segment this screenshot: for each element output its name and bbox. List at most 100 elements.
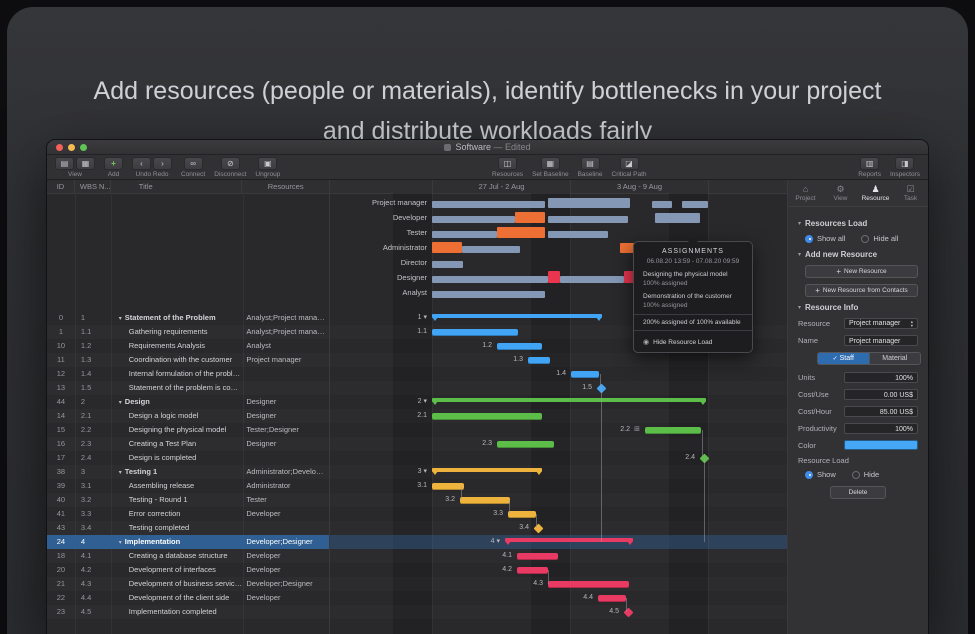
field-units[interactable]: 100% <box>844 372 918 383</box>
table-row[interactable]: 224.4Development of the client sideDevel… <box>47 591 329 605</box>
set-baseline-button[interactable]: ▦ <box>541 157 560 170</box>
load-bar-segment[interactable] <box>560 276 624 283</box>
task-bar[interactable] <box>645 427 701 434</box>
tab-view[interactable]: ⚙View <box>823 180 858 206</box>
tab-project[interactable]: ⌂Project <box>788 180 823 206</box>
task-bar[interactable] <box>432 483 464 490</box>
task-bar[interactable] <box>571 371 599 378</box>
add-new-resource-from-contacts-button[interactable]: +New Resource from Contacts <box>805 284 918 297</box>
radio-resource-load-hide[interactable]: Hide <box>852 470 879 479</box>
summary-bar[interactable] <box>432 314 602 318</box>
baseline-button[interactable]: ▤ <box>581 157 600 170</box>
table-row[interactable]: 393.1Assembling releaseAdministrator <box>47 479 329 493</box>
load-bar-segment[interactable] <box>655 213 700 223</box>
field-productivity[interactable]: 100% <box>844 423 918 434</box>
table-row[interactable]: 403.2Testing - Round 1Tester <box>47 493 329 507</box>
delete-button[interactable]: Delete <box>830 486 886 499</box>
reports-button[interactable]: ▥ <box>860 157 879 170</box>
table-row[interactable]: 11.1Gathering requirementsAnalyst;Projec… <box>47 325 329 339</box>
table-row[interactable]: 234.5Implementation completed <box>47 605 329 619</box>
segment-staff[interactable]: ✓Staff <box>818 353 869 364</box>
load-bar-segment[interactable] <box>432 242 462 253</box>
add-task-button[interactable]: + <box>104 157 123 170</box>
task-bar[interactable] <box>497 441 554 448</box>
radio-resources-load-show-all[interactable]: Show all <box>805 234 845 243</box>
task-bar[interactable] <box>497 343 542 350</box>
task-bar[interactable] <box>432 413 542 420</box>
section-resource-info[interactable]: ▾ Resource Info <box>798 303 918 312</box>
task-bar[interactable] <box>548 581 629 588</box>
resources-button[interactable]: ◫ <box>498 157 517 170</box>
color-well[interactable] <box>844 440 918 450</box>
table-row[interactable]: 184.1Creating a database structureDevelo… <box>47 549 329 563</box>
summary-bar[interactable] <box>432 468 542 472</box>
load-bar-segment[interactable] <box>432 291 545 298</box>
column-header-id[interactable]: ID <box>47 180 75 193</box>
load-bar-segment[interactable] <box>432 201 545 208</box>
load-bar-segment[interactable] <box>432 261 463 268</box>
task-bar[interactable] <box>598 595 626 602</box>
tab-resource[interactable]: ♟Resource <box>858 180 893 206</box>
summary-bar[interactable] <box>432 398 706 402</box>
inspectors-button[interactable]: ◨ <box>895 157 914 170</box>
load-bar-segment[interactable] <box>497 227 545 238</box>
hide-resource-load-button[interactable]: ◉ Hide Resource Load <box>634 334 752 352</box>
undo-button[interactable]: ‹ <box>132 157 151 170</box>
load-bar-segment[interactable] <box>548 216 628 223</box>
disclosure-triangle-icon[interactable]: ▾ <box>119 470 122 476</box>
table-row[interactable]: 142.1Design a logic modelDesigner <box>47 409 329 423</box>
table-row[interactable]: 204.2Development of interfacesDeveloper <box>47 563 329 577</box>
radio-resources-load-hide-all[interactable]: Hide all <box>861 234 898 243</box>
view-table-button[interactable]: ▤ <box>55 157 74 170</box>
table-row[interactable]: 111.3Coordination with the customerProje… <box>47 353 329 367</box>
view-gantt-button[interactable]: ▦ <box>76 157 95 170</box>
add-new-resource-button[interactable]: +New Resource <box>805 265 918 278</box>
summary-bar[interactable] <box>505 538 633 542</box>
disclosure-triangle-icon[interactable]: ▾ <box>119 316 122 322</box>
table-row[interactable]: 01▾Statement of the ProblemAnalyst;Proje… <box>47 311 329 325</box>
table-row[interactable]: 172.4Design is completed <box>47 451 329 465</box>
name-input[interactable]: Project manager <box>844 335 918 346</box>
load-bar-segment[interactable] <box>515 212 545 223</box>
table-row[interactable]: 214.3Development of business servicesDev… <box>47 577 329 591</box>
table-row[interactable]: 383▾Testing 1Administrator;Developer;... <box>47 465 329 479</box>
load-bar-segment[interactable] <box>548 231 608 238</box>
load-bar-segment[interactable] <box>432 216 515 223</box>
radio-resource-load-show[interactable]: Show <box>805 470 836 479</box>
task-bar[interactable] <box>508 511 536 518</box>
disclosure-triangle-icon[interactable]: ▾ <box>119 400 122 406</box>
critical-path-button[interactable]: ◪ <box>620 157 639 170</box>
table-row[interactable]: 101.2Requirements AnalysisAnalyst <box>47 339 329 353</box>
load-bar-segment[interactable] <box>548 198 630 208</box>
resource-select[interactable]: Project manager ▴▾ <box>844 318 918 329</box>
task-bar[interactable] <box>528 357 550 364</box>
load-bar-segment[interactable] <box>462 246 520 253</box>
table-row[interactable]: 442▾DesignDesigner <box>47 395 329 409</box>
table-row[interactable]: 162.3Creating a Test PlanDesigner <box>47 437 329 451</box>
load-bar-segment[interactable] <box>432 231 497 238</box>
task-bar[interactable] <box>460 497 510 504</box>
disconnect-button[interactable]: ⊘ <box>221 157 240 170</box>
disclosure-triangle-icon[interactable]: ▾ <box>119 540 122 546</box>
load-bar-segment[interactable] <box>432 276 548 283</box>
task-bar[interactable] <box>517 553 558 560</box>
segment-material[interactable]: Material <box>869 353 921 364</box>
tab-task[interactable]: ☑Task <box>893 180 928 206</box>
redo-button[interactable]: › <box>153 157 172 170</box>
table-row[interactable]: 433.4Testing completed <box>47 521 329 535</box>
table-row[interactable]: 244▾ImplementationDeveloper;Designer <box>47 535 329 549</box>
table-row[interactable]: 121.4Internal formulation of the problem… <box>47 367 329 381</box>
ungroup-button[interactable]: ▣ <box>258 157 277 170</box>
section-add-new-resource[interactable]: ▾ Add new Resource <box>798 250 918 259</box>
load-bar-segment[interactable] <box>682 201 708 208</box>
column-header-resources[interactable]: Resources <box>242 180 329 193</box>
connect-button[interactable]: ∞ <box>184 157 203 170</box>
task-bar[interactable] <box>517 567 548 574</box>
field-cost-use[interactable]: 0.00 US$ <box>844 389 918 400</box>
field-cost-hour[interactable]: 85.00 US$ <box>844 406 918 417</box>
table-row[interactable]: 152.2Designing the physical modelTester;… <box>47 423 329 437</box>
load-bar-segment[interactable] <box>548 271 560 283</box>
column-header-wbs[interactable]: WBS N... <box>75 180 111 193</box>
load-bar-segment[interactable] <box>652 201 672 208</box>
column-header-title[interactable]: Title <box>111 180 243 193</box>
